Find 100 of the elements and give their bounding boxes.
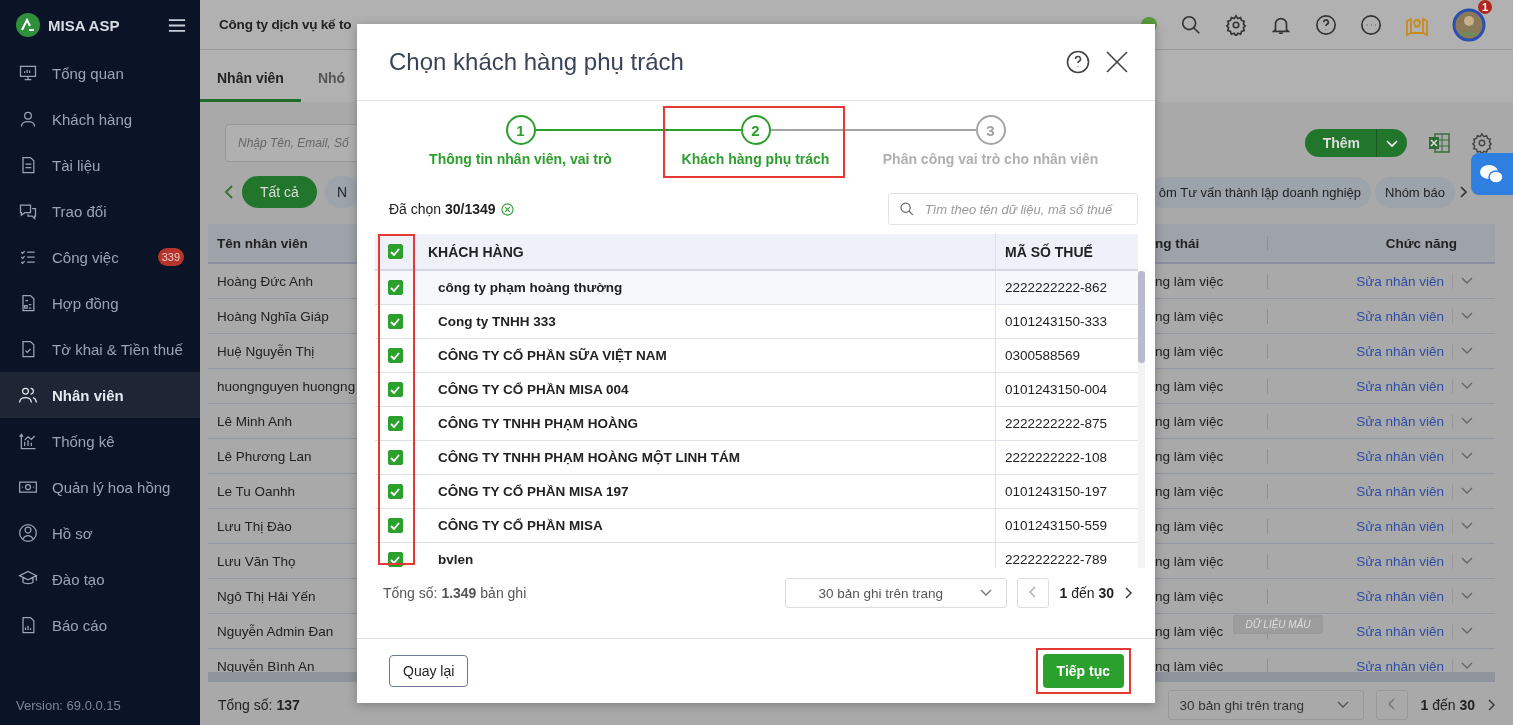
page-size-value: 30 bản ghi trên trang <box>1179 697 1305 713</box>
page-size-select[interactable]: 30 bản ghi trên trang <box>1168 690 1365 720</box>
row-checkbox[interactable] <box>387 314 403 329</box>
nav-item[interactable]: Quản lý hoa hồng <box>0 464 200 510</box>
checkmark-icon <box>390 419 400 428</box>
back-button[interactable]: Quay lại <box>389 655 469 687</box>
scrollbar-thumb[interactable] <box>1138 271 1145 363</box>
row-checkbox[interactable] <box>387 382 403 397</box>
settings-icon[interactable] <box>1471 132 1493 154</box>
nav-item[interactable]: Công việc 339 <box>0 234 200 280</box>
nav-item[interactable]: Tờ khai & Tiền thuế <box>0 326 200 372</box>
nav-item[interactable]: Khách hàng <box>0 96 200 142</box>
chevron-down-icon[interactable] <box>1461 522 1473 530</box>
step-number: 1 <box>505 115 536 145</box>
column-header: MÃ SỐ THUẾ <box>995 234 1138 269</box>
row-checkbox[interactable] <box>387 416 403 431</box>
filter-chip[interactable]: Nhóm báo <box>1375 176 1455 208</box>
filter-chip[interactable]: N <box>324 176 360 208</box>
nav-item[interactable]: Đào tạo <box>0 556 200 602</box>
chevron-down-icon[interactable] <box>1461 277 1473 285</box>
spreadsheet-icon[interactable] <box>1427 131 1451 155</box>
person-icon <box>18 109 38 129</box>
chevron-down-icon[interactable] <box>1461 382 1473 390</box>
menu-icon[interactable] <box>168 17 186 33</box>
checkmark-icon <box>390 487 400 496</box>
search-icon <box>899 200 915 218</box>
step-label: Khách hàng phụ trách <box>681 151 830 167</box>
close-icon[interactable] <box>1106 51 1128 73</box>
checkmark-icon <box>390 453 400 462</box>
version-text: Version: 69.0.0.15 <box>15 698 122 715</box>
chart-icon <box>18 431 38 451</box>
dialog-title: Chọn khách hàng phụ trách <box>389 48 684 76</box>
row-checkbox[interactable] <box>387 280 403 295</box>
row-checkbox[interactable] <box>387 484 403 499</box>
checkmark-icon <box>390 521 400 530</box>
add-button[interactable]: Thêm <box>1304 129 1377 157</box>
logo-icon <box>16 13 40 37</box>
table-cell-text: CÔNG TY CỔ PHẦN SỮA VIỆT NAM <box>437 348 668 363</box>
chevron-down-icon[interactable] <box>1461 487 1473 495</box>
nav-item[interactable]: Tài liệu <box>0 142 200 188</box>
clear-icon[interactable] <box>500 202 514 216</box>
checkmark-icon <box>390 283 400 292</box>
page-range: 1 đến 30 <box>1420 697 1475 713</box>
page-size-select[interactable]: 30 bản ghi trên trang <box>785 578 1008 608</box>
nav-item[interactable]: Nhân viên <box>0 372 200 418</box>
nav-item[interactable]: Tổng quan <box>0 50 200 96</box>
table-cell-text: CÔNG TY CỔ PHẦN MISA <box>437 518 604 533</box>
chevron-left-icon[interactable] <box>224 185 234 199</box>
next-page-icon[interactable] <box>1124 587 1132 599</box>
caret-icon <box>1386 139 1398 148</box>
chevron-right-icon[interactable] <box>1459 186 1467 198</box>
chevron-left-icon <box>1388 697 1397 710</box>
select-all-checkbox[interactable] <box>387 244 403 259</box>
chevron-down-icon[interactable] <box>1461 592 1473 600</box>
table-cell-text: Lưu Thị Đào <box>216 518 293 534</box>
search-field[interactable]: Tìm theo tên dữ liệu, mã số thuế <box>888 193 1138 225</box>
table-cell-text: Huệ Nguyễn Thị <box>216 343 316 359</box>
settings-icon[interactable] <box>1225 13 1247 36</box>
nav-item[interactable]: Hợp đồng <box>0 280 200 326</box>
table-cell-text: CÔNG TY CỔ PHẦN MISA 004 <box>437 382 630 397</box>
filter-chip[interactable]: Tất cả <box>242 176 317 208</box>
caret-icon <box>1337 701 1350 709</box>
table-cell-text: Hoàng Đức Anh <box>216 273 315 289</box>
nav-item[interactable]: Trao đổi <box>0 188 200 234</box>
continue-button[interactable]: Tiếp tục <box>1042 654 1124 688</box>
chevron-down-icon[interactable] <box>1461 662 1473 670</box>
page-size-value: 30 bản ghi trên trang <box>818 585 944 601</box>
row-checkbox[interactable] <box>387 348 403 363</box>
next-page-icon[interactable] <box>1487 699 1495 711</box>
chevron-down-icon[interactable] <box>1461 557 1473 565</box>
chevron-down-icon[interactable] <box>1461 417 1473 425</box>
row-checkbox[interactable] <box>387 518 403 533</box>
profile-icon <box>18 523 38 543</box>
row-checkbox[interactable] <box>387 450 403 465</box>
page-range: 1 đến 30 <box>1059 585 1114 601</box>
table-cell-text: huongnguyen huongng <box>216 378 357 394</box>
nav-item[interactable]: Thống kê <box>0 418 200 464</box>
help-icon[interactable] <box>1066 50 1090 74</box>
chevron-down-icon[interactable] <box>1461 452 1473 460</box>
more-icon[interactable] <box>1360 13 1382 36</box>
nav-item[interactable]: Báo cáo <box>0 602 200 648</box>
chat-button[interactable] <box>1471 153 1513 195</box>
monitor-icon <box>18 63 38 83</box>
dropdown-button[interactable] <box>1377 129 1407 157</box>
table-cell-text: công ty phạm hoàng thường <box>437 280 624 295</box>
chevron-down-icon[interactable] <box>1461 347 1473 355</box>
table-cell-text: Le Tu Oanhh <box>216 483 297 499</box>
chevron-down-icon[interactable] <box>1461 312 1473 320</box>
checkmark-icon <box>390 317 400 326</box>
table-cell-text: CÔNG TY CỔ PHẦN MISA 197 <box>437 484 630 499</box>
column-header: Chức năng <box>1384 235 1458 251</box>
search-icon[interactable] <box>1180 13 1202 36</box>
chevron-down-icon[interactable] <box>1461 627 1473 635</box>
column-header: KHÁCH HÀNG <box>427 243 525 260</box>
help-icon[interactable] <box>1315 13 1337 36</box>
tab[interactable]: Nhân viên <box>200 70 301 102</box>
step-label: Thông tin nhân viên, vai trò <box>429 151 612 167</box>
nav-item[interactable]: Hồ sơ <box>0 510 200 556</box>
people-icon <box>18 385 38 405</box>
selected-count: Đã chọn 30/1349 <box>389 201 496 217</box>
